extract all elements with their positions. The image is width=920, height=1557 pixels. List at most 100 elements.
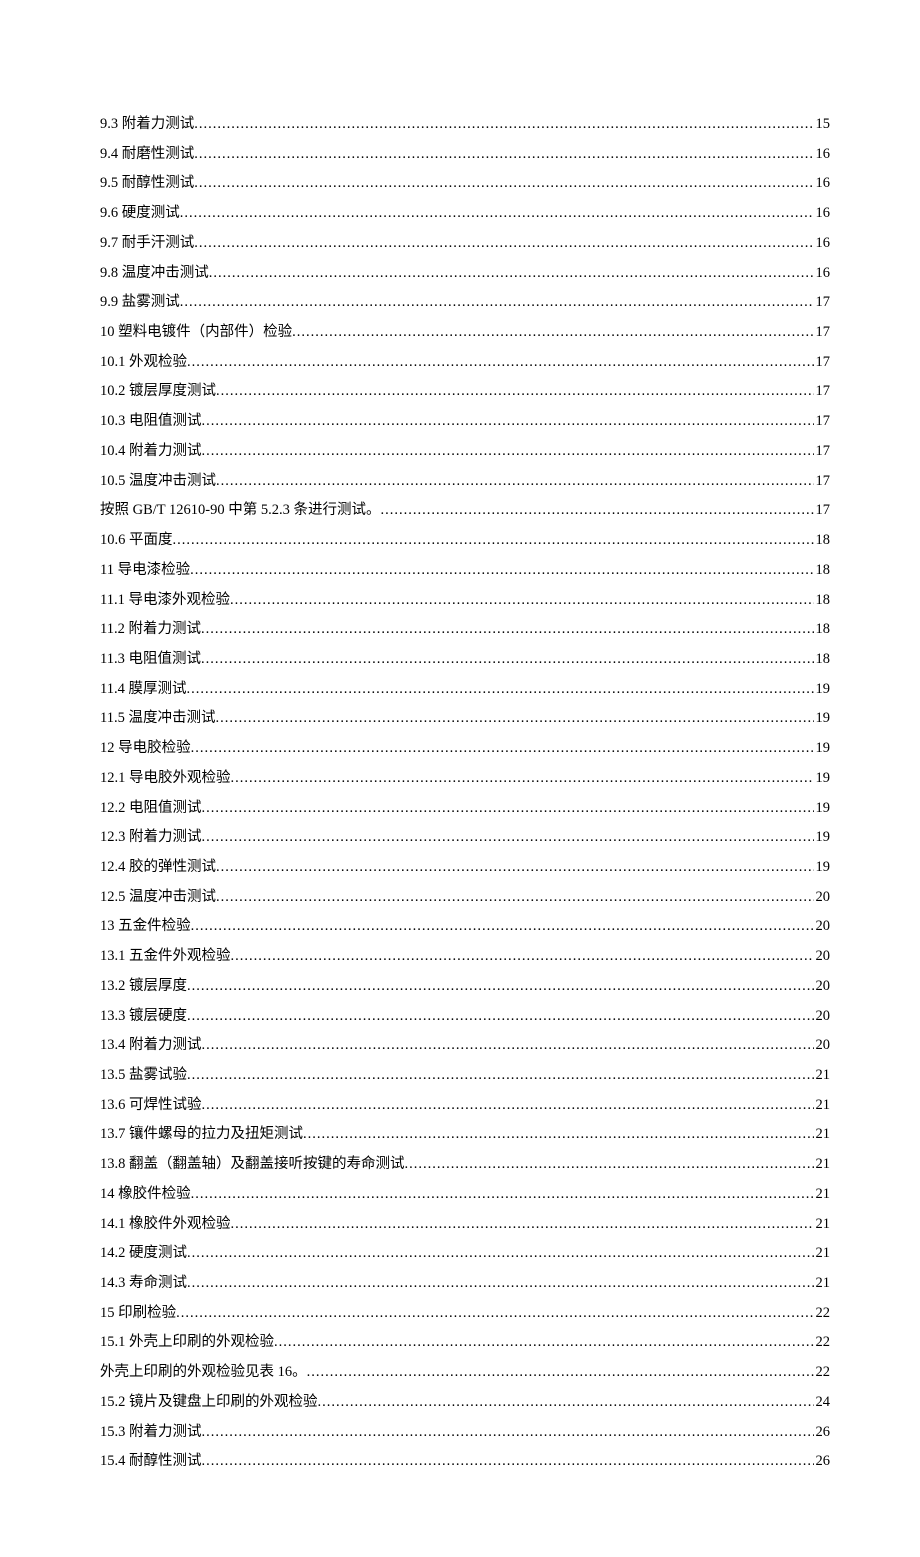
toc-entry-label: 10.5 温度冲击测试 xyxy=(100,467,216,497)
toc-entry-label: 12.1 导电胶外观检验 xyxy=(100,764,231,794)
toc-entry: 11.4 膜厚测试 19 xyxy=(100,675,830,705)
toc-entry-label: 15.4 耐醇性测试 xyxy=(100,1447,202,1477)
toc-entry-label: 15.1 外壳上印刷的外观检验 xyxy=(100,1328,274,1358)
toc-entry: 11.1 导电漆外观检验18 xyxy=(100,586,830,616)
toc-leader-dots xyxy=(274,1328,814,1358)
toc-entry-page: 22 xyxy=(814,1358,831,1388)
toc-entry-label: 13.7 镶件螺母的拉力及扭矩测试 xyxy=(100,1120,303,1150)
toc-entry-label: 10.1 外观检验 xyxy=(100,348,187,378)
toc-leader-dots xyxy=(194,229,813,259)
toc-leader-dots xyxy=(194,110,813,140)
toc-entry-label: 10.4 附着力测试 xyxy=(100,437,202,467)
toc-entry-page: 16 xyxy=(814,259,831,289)
toc-entry: 13.1 五金件外观检验20 xyxy=(100,942,830,972)
toc-leader-dots xyxy=(201,615,814,645)
toc-entry-label: 15 印刷检验 xyxy=(100,1299,176,1329)
toc-entry: 9.7 耐手汗测试16 xyxy=(100,229,830,259)
toc-leader-dots xyxy=(202,1031,814,1061)
toc-entry-label: 14.1 橡胶件外观检验 xyxy=(100,1210,231,1240)
toc-entry: 12.3 附着力测试 19 xyxy=(100,823,830,853)
toc-entry-label: 10.3 电阻值测试 xyxy=(100,407,202,437)
toc-entry-label: 11.1 导电漆外观检验 xyxy=(100,586,230,616)
toc-entry: 12 导电胶检验19 xyxy=(100,734,830,764)
toc-entry: 9.8 温度冲击测试16 xyxy=(100,259,830,289)
toc-leader-dots xyxy=(187,1061,814,1091)
toc-leader-dots xyxy=(202,1091,814,1121)
toc-entry-page: 19 xyxy=(814,794,831,824)
toc-leader-dots xyxy=(180,199,814,229)
toc-entry-page: 21 xyxy=(814,1150,831,1180)
toc-leader-dots xyxy=(201,645,814,675)
toc-entry-page: 19 xyxy=(814,853,831,883)
toc-entry-page: 19 xyxy=(814,764,831,794)
toc-entry: 9.6 硬度测试16 xyxy=(100,199,830,229)
toc-leader-dots xyxy=(187,1239,814,1269)
toc-entry-page: 20 xyxy=(814,1002,831,1032)
toc-entry-page: 17 xyxy=(814,407,831,437)
toc-entry: 13 五金件检验20 xyxy=(100,912,830,942)
toc-leader-dots xyxy=(202,1447,814,1477)
toc-entry-page: 17 xyxy=(814,288,831,318)
toc-entry-page: 21 xyxy=(814,1120,831,1150)
toc-entry: 按照 GB/T 12610-90 中第 5.2.3 条进行测试。17 xyxy=(100,496,830,526)
toc-entry-page: 24 xyxy=(814,1388,831,1418)
toc-entry-label: 11 导电漆检验 xyxy=(100,556,190,586)
toc-entry: 15.3 附着力测试 26 xyxy=(100,1418,830,1448)
toc-entry-page: 15 xyxy=(814,110,831,140)
toc-leader-dots xyxy=(190,556,813,586)
toc-entry: 12.2 电阻值测试19 xyxy=(100,794,830,824)
toc-entry-page: 19 xyxy=(814,675,831,705)
toc-entry: 10.2 镀层厚度测试17 xyxy=(100,377,830,407)
toc-entry-label: 13.4 附着力测试 xyxy=(100,1031,202,1061)
toc-leader-dots xyxy=(194,169,813,199)
toc-entry-label: 11.3 电阻值测试 xyxy=(100,645,201,675)
toc-entry: 13.3 镀层硬度20 xyxy=(100,1002,830,1032)
toc-entry-page: 21 xyxy=(814,1210,831,1240)
toc-entry-page: 26 xyxy=(814,1418,831,1448)
toc-entry-page: 17 xyxy=(814,437,831,467)
toc-entry-page: 18 xyxy=(814,556,831,586)
toc-leader-dots xyxy=(187,1002,814,1032)
toc-entry: 13.5 盐雾试验21 xyxy=(100,1061,830,1091)
toc-entry: 12.1 导电胶外观检验 19 xyxy=(100,764,830,794)
toc-leader-dots xyxy=(187,972,814,1002)
toc-entry-label: 9.4 耐磨性测试 xyxy=(100,140,194,170)
toc-entry-page: 16 xyxy=(814,169,831,199)
toc-entry: 14.3 寿命测试21 xyxy=(100,1269,830,1299)
toc-leader-dots xyxy=(191,912,814,942)
toc-entry: 13.4 附着力测试20 xyxy=(100,1031,830,1061)
toc-entry-label: 9.6 硬度测试 xyxy=(100,199,180,229)
toc-entry-label: 9.5 耐醇性测试 xyxy=(100,169,194,199)
toc-leader-dots xyxy=(303,1120,814,1150)
toc-leader-dots xyxy=(176,1299,813,1329)
toc-entry: 11.5 温度冲击测试19 xyxy=(100,704,830,734)
document-page: 9.3 附着力测试159.4 耐磨性测试169.5 耐醇性测试169.6 硬度测… xyxy=(0,0,920,1557)
toc-entry-page: 20 xyxy=(814,942,831,972)
toc-leader-dots xyxy=(231,1210,814,1240)
toc-leader-dots xyxy=(202,1418,814,1448)
toc-leader-dots xyxy=(180,288,814,318)
toc-entry-page: 17 xyxy=(814,348,831,378)
toc-leader-dots xyxy=(202,794,814,824)
toc-entry-page: 21 xyxy=(814,1239,831,1269)
toc-entry: 12.4 胶的弹性测试19 xyxy=(100,853,830,883)
toc-entry-label: 10 塑料电镀件（内部件）检验 xyxy=(100,318,292,348)
toc-entry: 15.1 外壳上印刷的外观检验 22 xyxy=(100,1328,830,1358)
toc-entry-page: 21 xyxy=(814,1269,831,1299)
toc-leader-dots xyxy=(191,734,814,764)
toc-entry-page: 17 xyxy=(814,496,831,526)
toc-entry-page: 18 xyxy=(814,526,831,556)
toc-entry-page: 16 xyxy=(814,229,831,259)
toc-entry: 15 印刷检验22 xyxy=(100,1299,830,1329)
toc-entry: 11.3 电阻值测试18 xyxy=(100,645,830,675)
toc-entry-label: 11.4 膜厚测试 xyxy=(100,675,186,705)
toc-entry-label: 13 五金件检验 xyxy=(100,912,191,942)
toc-leader-dots xyxy=(216,883,814,913)
toc-entry-label: 12.3 附着力测试 xyxy=(100,823,202,853)
toc-entry-page: 17 xyxy=(814,377,831,407)
toc-entry-label: 12.5 温度冲击测试 xyxy=(100,883,216,913)
toc-entry-page: 19 xyxy=(814,823,831,853)
toc-entry-page: 22 xyxy=(814,1328,831,1358)
toc-entry-label: 15.3 附着力测试 xyxy=(100,1418,202,1448)
toc-leader-dots xyxy=(318,1388,814,1418)
